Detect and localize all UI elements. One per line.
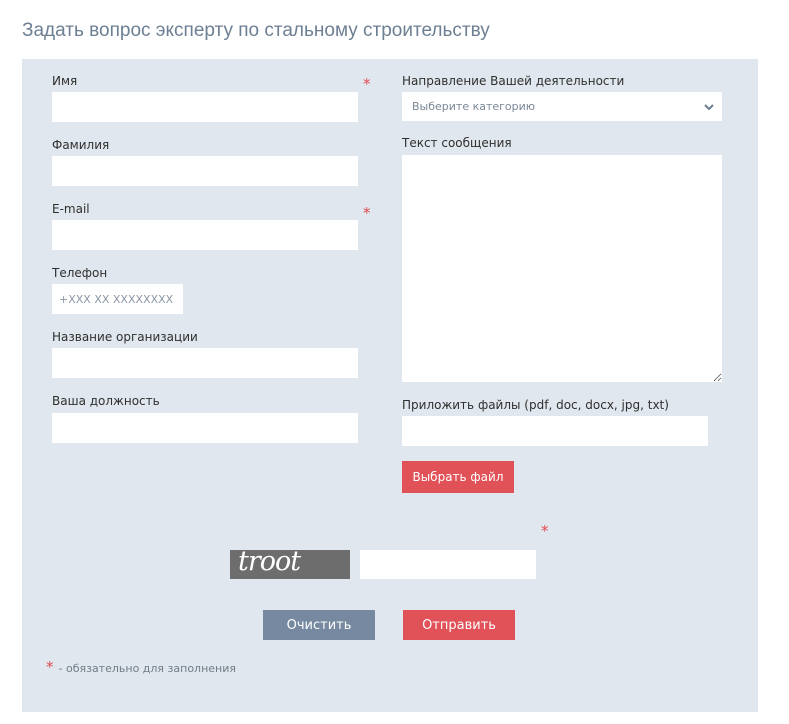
activity-select[interactable]: Выберите категорию <box>402 92 722 121</box>
email-label: E-mail <box>52 202 90 216</box>
chevron-down-icon <box>704 103 714 110</box>
message-label: Текст сообщения <box>402 136 512 150</box>
phone-field[interactable] <box>52 284 183 314</box>
phone-label: Телефон <box>52 266 108 280</box>
required-marker-captcha: * <box>541 522 549 540</box>
choose-file-button[interactable]: Выбрать файл <box>402 461 514 493</box>
page-title: Задать вопрос эксперту по стальному стро… <box>22 20 490 41</box>
attach-label: Приложить файлы (pdf, doc, docx, jpg, tx… <box>402 398 669 412</box>
surname-field[interactable] <box>52 156 358 186</box>
captcha-image: troot <box>230 550 350 579</box>
required-marker-name: * <box>363 75 371 93</box>
required-footnote: * - обязательно для заполнения <box>46 658 237 676</box>
position-label: Ваша должность <box>52 394 160 408</box>
organization-label: Название организации <box>52 330 198 344</box>
organization-field[interactable] <box>52 348 358 378</box>
activity-label: Направление Вашей деятельности <box>402 74 625 88</box>
question-form: Имя * Фамилия E-mail * Телефон Название … <box>22 59 758 712</box>
name-label: Имя <box>52 74 78 88</box>
name-field[interactable] <box>52 92 358 122</box>
email-field[interactable] <box>52 220 358 250</box>
captcha-field[interactable] <box>360 550 536 579</box>
footnote-text: - обязательно для заполнения <box>58 662 237 675</box>
attached-file-field[interactable] <box>402 416 708 446</box>
message-textarea[interactable] <box>402 155 722 382</box>
position-field[interactable] <box>52 413 358 443</box>
captcha-text: troot <box>238 550 301 577</box>
required-marker-footnote: * <box>46 658 54 676</box>
send-button[interactable]: Отправить <box>403 610 515 640</box>
clear-button[interactable]: Очистить <box>263 610 375 640</box>
required-marker-email: * <box>363 204 371 222</box>
surname-label: Фамилия <box>52 138 110 152</box>
activity-select-value: Выберите категорию <box>412 100 536 113</box>
